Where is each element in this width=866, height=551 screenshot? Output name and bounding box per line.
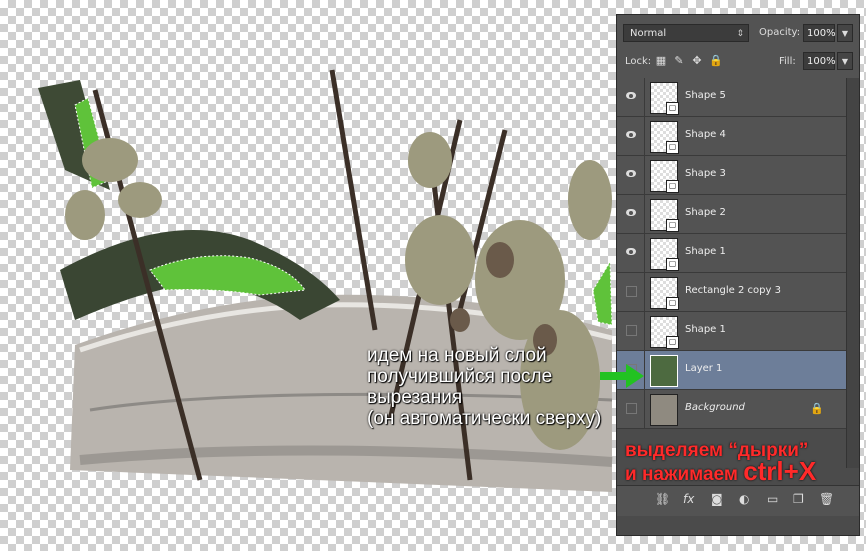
annotation-line: (он автоматически сверху) [367,408,602,429]
opacity-input[interactable]: 100% [803,24,836,42]
eye-icon [626,248,636,255]
opacity-label: Opacity: [759,27,801,38]
vector-mask-icon: ▢ [666,336,679,349]
layer-name: Shape 2 [685,207,726,218]
trash-icon[interactable]: 🗑 [819,492,834,506]
blend-mode-value: Normal [630,28,667,39]
eye-icon [626,209,636,216]
layer-thumbnail: ▢ [650,316,679,349]
vector-mask-icon: ▢ [666,102,679,115]
link-icon[interactable]: ⛓ [655,492,670,506]
layer-row[interactable]: ▢ Shape 4 [617,117,859,156]
eye-icon [626,170,636,177]
layer-thumbnail: ▢ [650,199,679,232]
lock-position-icon[interactable]: ✥ [691,55,703,67]
annotation-new-layer: идем на новый слой получившийся после вы… [367,345,642,429]
vector-mask-icon: ▢ [666,141,679,154]
mask-icon[interactable]: ◙ [711,492,723,506]
layer-row-selected[interactable]: Layer 1 [617,351,859,390]
opacity-dropdown-icon[interactable]: ▼ [837,24,853,42]
layer-name: Shape 5 [685,90,726,101]
visibility-toggle[interactable] [617,273,645,311]
hidden-box-icon [626,286,637,297]
visibility-toggle[interactable] [617,117,645,155]
lock-icon: 🔒 [810,402,824,415]
lock-image-icon[interactable]: ✎ [673,55,685,67]
annotation-cut-holes: выделяем “дырки” и нажимаем ctrl+X [625,440,865,485]
fill-input[interactable]: 100% [803,52,836,70]
layer-name: Rectangle 2 copy 3 [685,285,781,296]
eye-icon [626,131,636,138]
layer-row[interactable]: ▢ Shape 5 [617,78,859,117]
eye-icon [626,92,636,99]
annotation-line: получившийся после [367,366,553,387]
vector-mask-icon: ▢ [666,258,679,271]
fill-dropdown-icon[interactable]: ▼ [837,52,853,70]
layer-thumbnail: ▢ [650,277,679,310]
lock-label: Lock: [625,56,652,67]
adjustment-icon[interactable]: ◐ [739,492,749,506]
layer-row[interactable]: ▢ Shape 1 [617,312,859,351]
visibility-toggle[interactable] [617,234,645,272]
layer-name: Shape 1 [685,246,726,257]
layer-thumbnail: ▢ [650,160,679,193]
blend-mode-select[interactable]: Normal ⇕ [623,24,749,42]
lock-all-icon[interactable]: 🔒 [709,55,723,67]
vector-mask-icon: ▢ [666,180,679,193]
shortcut-label: ctrl+X [743,456,817,486]
lock-transparent-icon[interactable]: ▦ [655,55,667,67]
annotation-line: и нажимаем [625,464,738,485]
layer-name: Background [685,402,745,413]
annotation-line: вырезания [367,387,463,408]
layer-thumbnail [650,394,678,426]
annotation-line: идем на новый слой [367,345,547,366]
new-layer-icon[interactable]: ❐ [793,492,804,506]
fx-icon[interactable]: fx [683,492,694,506]
layers-panel-footer: ⛓ fx ◙ ◐ ▭ ❐ 🗑 [617,485,859,516]
layer-thumbnail: ▢ [650,82,679,115]
layers-scrollbar[interactable] [846,78,859,468]
layer-thumbnail [650,355,678,387]
hidden-box-icon [626,325,637,336]
folder-icon[interactable]: ▭ [767,492,778,506]
selection-hole-3 [592,260,613,326]
layer-row[interactable]: ▢ Shape 3 [617,156,859,195]
vector-mask-icon: ▢ [666,297,679,310]
layer-thumbnail: ▢ [650,121,679,154]
layer-row[interactable]: ▢ Shape 1 [617,234,859,273]
layers-list: ▢ Shape 5 ▢ Shape 4 ▢ Shape 3 ▢ Shape 2 … [617,78,859,429]
layer-name: Layer 1 [685,363,723,374]
layer-row[interactable]: ▢ Shape 2 [617,195,859,234]
chevron-updown-icon: ⇕ [736,29,744,39]
visibility-toggle[interactable] [617,78,645,116]
layer-name: Shape 1 [685,324,726,335]
visibility-toggle[interactable] [617,195,645,233]
layer-name: Shape 4 [685,129,726,140]
layer-row[interactable]: ▢ Rectangle 2 copy 3 [617,273,859,312]
layer-name: Shape 3 [685,168,726,179]
vector-mask-icon: ▢ [666,219,679,232]
layer-row[interactable]: Background 🔒 [617,390,859,429]
layer-thumbnail: ▢ [650,238,679,271]
fill-label: Fill: [779,56,796,67]
visibility-toggle[interactable] [617,156,645,194]
